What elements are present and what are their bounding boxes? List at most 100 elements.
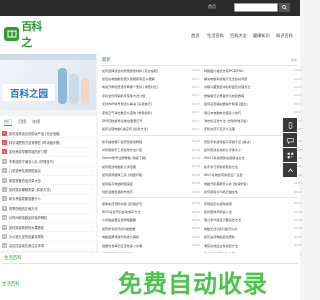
article-item[interactable]: · Steam账号注册教程 (快速了解) 04-06 — [100, 154, 200, 162]
article-title: 笔记本电脑电池保养小技巧 — [203, 110, 242, 115]
article-item[interactable]: · BIOS设置开机启动顺序方法 04-05 — [100, 207, 200, 215]
search-box[interactable] — [234, 3, 278, 22]
article-list-left: · 夏季如何预防中暑 (实用技巧) 04-05 · BIOS设置开机启动顺序方法 04-0… — [100, 199, 200, 258]
bullet-icon: · — [202, 84, 203, 89]
article-item[interactable]: · 如何清理电脑C盘空间 (最新方法) 04-07 — [100, 125, 200, 133]
article-item[interactable]: · 如何更换手机输入法 04-05 — [202, 207, 302, 215]
qr-button[interactable] — [283, 148, 297, 162]
footer-section-title: 生活百科 — [4, 256, 22, 261]
article-item[interactable]: · 如何更改电脑默认浏览器 04-06 — [100, 162, 200, 170]
hot-item-title: 办公室久坐的危害及预防 — [9, 234, 45, 239]
hot-list-item[interactable]: 4 冬季皮肤干燥怎么办 (护理技巧) — [2, 157, 94, 167]
article-item[interactable]: · 手机文件传输助手使用方法介绍 04-07 — [100, 91, 200, 99]
tab-hot[interactable]: 热门 — [4, 119, 12, 126]
article-item[interactable]: · 家用投影仪选购指南 04-05 — [202, 199, 302, 207]
hot-list-item[interactable]: 11 如何挑选新鲜的水果蔬菜 — [2, 223, 94, 233]
nav-item-knowledge[interactable]: 知识百科 — [276, 33, 293, 39]
article-item[interactable]: · 电脑蓝屏错误代码含义解析 04-05 — [100, 233, 200, 241]
hot-list-item[interactable]: 2 科学减肥的方法有哪些 (附详细步骤) — [2, 138, 94, 148]
nav-item-home[interactable]: 首页 — [191, 33, 199, 39]
nav-item-life[interactable]: 生活百科 — [207, 33, 224, 39]
article-item[interactable]: · 无线WiFi信号弱怎么解决 (实用技巧) 04-07 — [100, 100, 200, 108]
bullet-icon: · — [202, 110, 203, 115]
hot-list-item[interactable]: 7 如何提高睡眠质量 (实用方法) — [2, 185, 94, 195]
article-item[interactable]: · 家用空气净化器怎么选购 (参考指南) 04-07 — [100, 108, 200, 116]
article-title: 洗衣机清洗方法 (去除异味污垢) — [203, 119, 248, 124]
article-title: 冰箱冷藏室结冰的原因及处理方法 — [203, 85, 251, 90]
article-item[interactable]: · 电脑开机黑屏怎么办 (快速修复) 04-06 — [202, 179, 302, 187]
bullet-icon: · — [100, 76, 101, 81]
banner-image[interactable]: 百科之园 — [0, 54, 96, 110]
home-link[interactable]: 首页 — [208, 4, 216, 10]
article-title: 解决电脑系统提示无法启动问题 — [203, 77, 248, 82]
hot-list-item[interactable]: 12 办公室久坐的危害及预防 — [2, 232, 94, 242]
article-item[interactable]: · 重装系统后文件恢复方法 04-05 — [202, 241, 302, 249]
article-item[interactable]: · 笔记本电脑电池保养小技巧 04-07 — [202, 108, 302, 116]
nav-item-health[interactable]: 健康知识 — [253, 33, 270, 39]
bullet-icon: · — [100, 126, 101, 131]
hot-item-title: 如何挑选新鲜的水果蔬菜 — [9, 225, 45, 230]
hot-item-title: 夏季防晒的正确方法 — [9, 206, 38, 211]
article-item[interactable]: · 如何使用打印机扫描文件 04-06 — [202, 187, 302, 195]
article-item[interactable]: · 新手播放器下载安装使用教程 04-06 — [100, 137, 200, 145]
article-item[interactable]: · 最近在电脑前坐很久颈椎疼痛怎么缓解 04-07 — [100, 74, 200, 82]
article-date: 04-05 — [191, 201, 200, 206]
hot-list-item[interactable]: 3 如何养成早睡早起的好习惯 — [2, 148, 94, 158]
article-item[interactable]: · 电脑无法识别U盘怎么办 04-05 — [202, 224, 302, 232]
article-title: 微信聊天记录备份与恢复教程 — [203, 93, 245, 98]
bottle-icon — [58, 68, 67, 104]
more-link[interactable]: 更多 — [291, 58, 297, 62]
article-item[interactable]: · 电动牙刷和普通牙刷哪个更好 (详细对比) 04-07 — [100, 83, 200, 91]
hot-list-item[interactable]: 9 夏季防晒的正确方法 — [2, 204, 94, 214]
hot-item-title: 长时间看电脑如何保护眼睛 — [9, 216, 48, 221]
article-item[interactable]: · 如何关闭电脑自动更新 04-05 — [202, 233, 302, 241]
article-item[interactable]: · 轻松掌握表格制作技巧 04-06 — [100, 187, 200, 195]
article-date: 04-07 — [191, 76, 200, 81]
article-item[interactable]: · DNF回收邮件功能在哪里打开 04-07 — [100, 116, 200, 124]
article-item[interactable]: · 小米路由器设置教程图解 04-05 — [100, 216, 200, 224]
nav-item-encyclopedia[interactable]: 百科大全 — [230, 33, 247, 39]
article-item[interactable]: · 健康饮食每天应该吃多少水果 04-05 — [100, 241, 200, 249]
article-title: 如何使用翻译工具 (详细步骤) — [101, 173, 143, 178]
footer-section-title: 生活百科 — [2, 282, 20, 287]
article-date: 04-05 — [191, 209, 200, 214]
article-item[interactable]: · 笔记本外接显示器设置方法 04-05 — [202, 216, 302, 224]
article-item[interactable]: · 转换图片格式支持JPG转PNG 04-07 — [202, 66, 302, 74]
hot-articles-panel: 热门 月榜 年榜 1 如何选择适合的卸妆产品 (完全指南) 2 科学减肥的方法有哪些 … — [0, 116, 96, 252]
article-list-left: · 新手播放器下载安装使用教程 04-06 · AI智能助手工具使用方法介绍 04-06 ·… — [100, 137, 200, 196]
tab-year[interactable]: 年榜 — [32, 119, 40, 126]
article-date: 04-05 — [191, 234, 200, 239]
article-item[interactable]: · 如何修复损坏的U盘数据 04-05 — [100, 224, 200, 232]
article-item[interactable]: · 解决电脑系统提示无法启动问题 04-07 — [202, 74, 302, 82]
chat-button[interactable] — [283, 133, 297, 147]
article-title: BIOS设置开机启动顺序方法 — [101, 210, 141, 215]
back-to-top-button[interactable] — [283, 163, 297, 177]
article-item[interactable]: · AI智能助手工具使用方法介绍 04-06 — [100, 145, 200, 153]
article-list-left: · 如何选择适合的家居装修材料 (完全指南) 04-07 · 最近在电脑前坐很久颈椎疼痛… — [100, 66, 200, 133]
hot-item-title: 新手养猫需要准备什么 — [9, 197, 41, 202]
article-item[interactable]: · 如何使用翻译工具 (详细步骤) 04-06 — [100, 171, 200, 179]
hot-list-item[interactable]: 10 长时间看电脑如何保护眼睛 — [2, 214, 94, 223]
bullet-icon: · — [202, 76, 203, 81]
article-title: 笔记本外接显示器设置方法 — [203, 218, 242, 223]
article-item[interactable]: · 如何提高电脑网络速度 04-06 — [100, 179, 200, 187]
article-item[interactable]: · 如何选择适合的家居装修材料 (完全指南) 04-07 — [100, 66, 200, 74]
watermark-text: 免费自动收录 — [118, 270, 268, 298]
bullet-icon: · — [100, 217, 101, 222]
rank-badge: 11 — [2, 224, 7, 230]
hot-list-item[interactable]: 6 家庭常备药品清单大全 — [2, 176, 94, 186]
hot-list-item[interactable]: 1 如何选择适合的卸妆产品 (完全指南) — [2, 129, 94, 139]
article-item[interactable]: · 夏季如何预防中暑 (实用技巧) 04-05 — [100, 199, 200, 207]
tab-month[interactable]: 月榜 — [18, 119, 26, 126]
search-button[interactable] — [279, 3, 290, 12]
hot-list-item[interactable]: 8 新手养猫需要准备什么 — [2, 195, 94, 205]
article-item[interactable]: · 如何设置路由器提升网速 (图文) 04-07 — [202, 100, 302, 108]
article-item[interactable]: · 冰箱冷藏室结冰的原因及处理方法 04-07 — [202, 83, 302, 91]
article-item[interactable]: · 微信聊天记录备份与恢复教程 04-07 — [202, 91, 302, 99]
rank-badge: 8 — [2, 196, 7, 202]
hot-list-item[interactable]: 5 儿童营养饮食搭配建议 — [2, 167, 94, 176]
phone-button[interactable] — [283, 118, 297, 132]
article-date: 04-07 — [293, 101, 302, 106]
hot-list-item[interactable]: 13 高血压患者饮食注意事项 — [2, 242, 94, 252]
article-date: 04-05 — [293, 217, 302, 222]
